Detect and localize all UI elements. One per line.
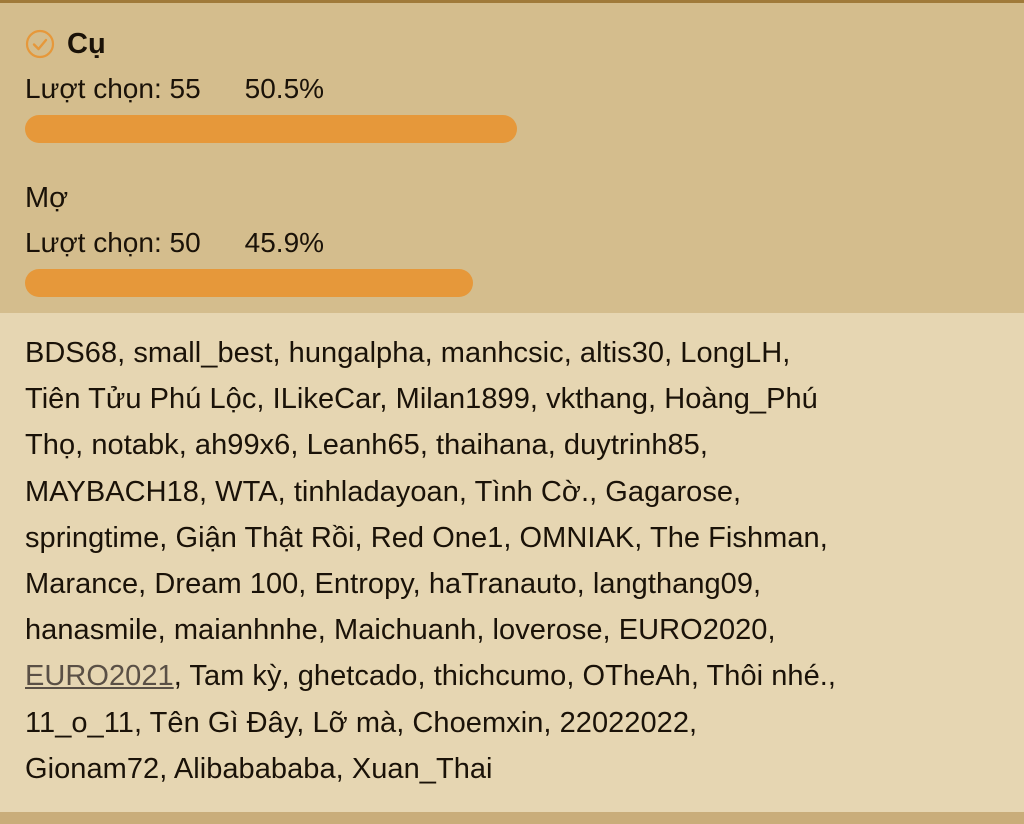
voters-line: Tiên Tửu Phú Lộc, ILikeCar, Milan1899, v… [25,383,818,416]
option-label: Mợ [25,181,69,214]
progress-bar-fill [25,115,518,143]
bottom-border [0,812,1024,824]
voters-line: Marance, Dream 100, Entropy, haTranauto,… [25,568,762,601]
progress-bar [25,269,1000,297]
option-stats: Lượt chọn: 50 45.9% [25,223,1000,263]
option-title: Mợ [25,181,1000,215]
vote-percent: 45.9% [244,227,325,258]
option-title: Cụ [25,27,1000,61]
progress-bar-fill [25,269,473,297]
voters-line: MAYBACH18, WTA, tinhladayoan, Tình Cờ., … [25,475,742,508]
voters-line: springtime, Giận Thật Rồi, Red One1, OMN… [25,521,828,554]
voters-line: BDS68, small_best, hungalpha, manhcsic, … [25,337,791,369]
voters-line: , Tam kỳ, ghetcado, thichcumo, OTheAh, T… [173,660,836,693]
voters-list: BDS68, small_best, hungalpha, manhcsic, … [0,313,1024,812]
voters-text: BDS68, small_best, hungalpha, manhcsic, … [25,330,1000,792]
voters-line: 11_o_11, Tên Gì Đây, Lỡ mà, Choemxin, 22… [25,706,698,739]
poll-results: Cụ Lượt chọn: 55 50.5% Mợ Lượt chọn: 50 45… [0,3,1024,313]
voters-line: Thọ, notabk, ah99x6, Leanh65, thaihana, … [25,429,708,462]
voter-link-euro2021[interactable]: EURO2021 [25,660,174,692]
voters-line: Gionam72, Alibabababa, Xuan_Thai [25,752,493,785]
poll-option-2[interactable]: Mợ Lượt chọn: 50 45.9% [25,181,1000,297]
voters-line: hanasmile, maianhnhe, Maichuanh, loveros… [25,614,776,647]
vote-count: Lượt chọn: 50 [25,227,201,258]
option-stats: Lượt chọn: 55 50.5% [25,69,1000,109]
vote-percent: 50.5% [244,73,325,104]
poll-option-1[interactable]: Cụ Lượt chọn: 55 50.5% [25,27,1000,143]
progress-bar [25,115,1000,143]
check-circle-icon [25,29,55,59]
option-label: Cụ [67,27,106,60]
vote-count: Lượt chọn: 55 [25,73,201,104]
